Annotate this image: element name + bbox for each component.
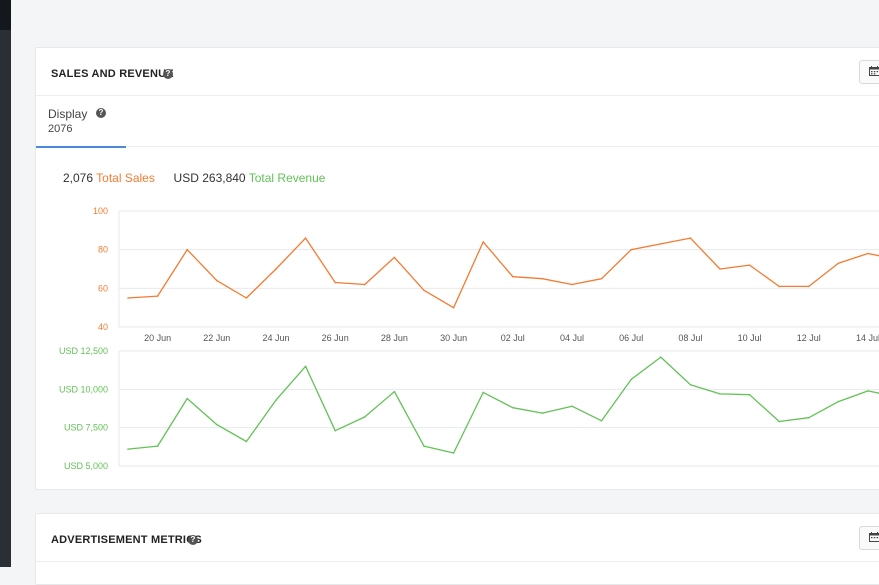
revenue-data-point: [186, 398, 188, 400]
revenue-y-tick-label: USD 5,000: [64, 461, 108, 471]
sales-data-point: [334, 282, 336, 284]
sales-data-point: [778, 286, 780, 288]
sales-data-point: [394, 257, 396, 259]
revenue-data-point: [690, 384, 692, 386]
sales-data-point: [423, 289, 425, 291]
x-tick-label: 02 Jul: [501, 333, 525, 343]
revenue-data-point: [838, 401, 840, 403]
revenue-data-point: [423, 445, 425, 447]
x-tick-label: 10 Jul: [738, 333, 762, 343]
sales-data-point: [186, 249, 188, 251]
revenue-data-point: [394, 391, 396, 393]
revenue-data-point: [778, 421, 780, 423]
revenue-data-point: [246, 441, 248, 443]
sales-data-point: [246, 297, 248, 299]
x-tick-label: 08 Jul: [678, 333, 702, 343]
revenue-y-tick-label: USD 10,000: [59, 384, 108, 394]
x-tick-label: 26 Jun: [322, 333, 349, 343]
revenue-data-point: [660, 356, 662, 358]
sales-data-point: [601, 278, 603, 280]
revenue-data-point: [127, 448, 129, 450]
sales-data-point: [867, 253, 869, 255]
x-tick-label: 04 Jul: [560, 333, 584, 343]
sales-data-point: [275, 268, 277, 270]
sales-data-point: [719, 268, 721, 270]
revenue-data-point: [749, 394, 751, 396]
sales-data-point: [630, 249, 632, 251]
revenue-series-line: [128, 357, 879, 453]
revenue-data-point: [867, 390, 869, 392]
revenue-data-point: [542, 412, 544, 414]
revenue-data-point: [453, 452, 455, 454]
revenue-y-tick-label: USD 12,500: [59, 346, 108, 356]
sales-series-line: [128, 238, 879, 308]
sales-y-tick-label: 100: [93, 206, 108, 216]
sales-y-tick-label: 60: [98, 283, 108, 293]
revenue-data-point: [601, 420, 603, 422]
x-tick-label: 24 Jun: [262, 333, 289, 343]
revenue-data-point: [719, 393, 721, 395]
x-tick-label: 14 Jul: [856, 333, 879, 343]
x-tick-label: 20 Jun: [144, 333, 171, 343]
revenue-y-tick-label: USD 7,500: [64, 423, 108, 433]
sales-y-tick-label: 80: [98, 245, 108, 255]
sales-data-point: [690, 237, 692, 239]
x-tick-label: 28 Jun: [381, 333, 408, 343]
sales-data-point: [216, 280, 218, 282]
sales-data-point: [838, 262, 840, 264]
revenue-data-point: [275, 399, 277, 401]
sales-data-point: [512, 276, 514, 278]
sales-data-point: [157, 295, 159, 297]
sales-data-point: [749, 264, 751, 266]
revenue-data-point: [157, 445, 159, 447]
sales-data-point: [542, 278, 544, 280]
revenue-data-point: [334, 430, 336, 432]
sales-data-point: [364, 284, 366, 286]
x-tick-label: 22 Jun: [203, 333, 230, 343]
sales-revenue-charts: 40 60 80 100 USD 5,000 USD 7,500 USD 10,000 USD…: [0, 0, 879, 567]
sales-data-point: [808, 286, 810, 288]
sales-data-point: [660, 243, 662, 245]
revenue-data-point: [512, 407, 514, 409]
x-tick-label: 06 Jul: [619, 333, 643, 343]
sales-data-point: [127, 297, 129, 299]
revenue-data-point: [216, 424, 218, 426]
sales-data-point: [571, 284, 573, 286]
sales-data-point: [453, 307, 455, 309]
sales-data-point: [305, 237, 307, 239]
revenue-data-point: [571, 405, 573, 407]
revenue-data-point: [630, 379, 632, 381]
sales-y-tick-label: 40: [98, 322, 108, 332]
sales-data-point: [482, 241, 484, 243]
x-tick-label: 12 Jul: [797, 333, 821, 343]
revenue-data-point: [305, 366, 307, 368]
revenue-data-point: [482, 392, 484, 394]
x-tick-label: 30 Jun: [440, 333, 467, 343]
revenue-data-point: [364, 416, 366, 418]
revenue-data-point: [808, 417, 810, 419]
